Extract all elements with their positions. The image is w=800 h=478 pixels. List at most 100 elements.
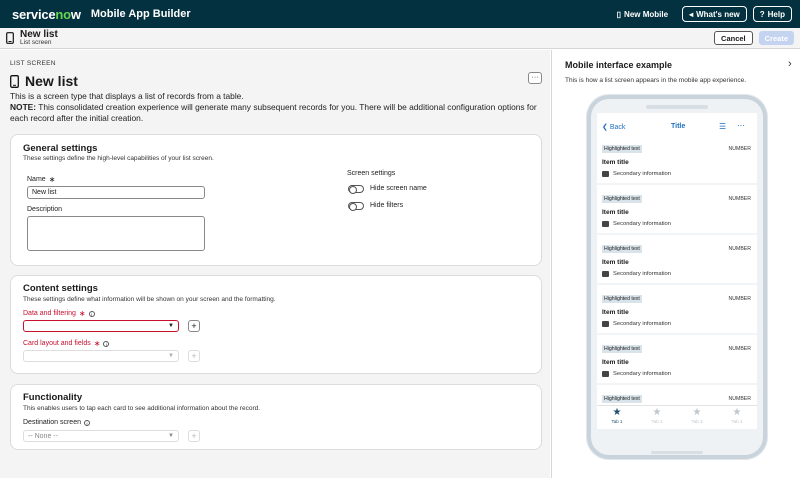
required-asterisk: ∗ <box>78 309 86 318</box>
phone-screen: ❮ Back Title ☰ ⋯ Highlighted text NUMBER … <box>597 113 757 429</box>
phone-tab-2[interactable]: ★ Tab 2 <box>637 406 677 429</box>
screen-settings-label: Screen settings <box>347 170 396 177</box>
record-type-caption: List screen <box>20 38 52 46</box>
secondary-info: Secondary information <box>602 171 671 177</box>
item-title: Item title <box>602 259 629 266</box>
image-icon <box>602 271 609 277</box>
form-pane: LIST SCREEN New list ··· This is a scree… <box>0 50 550 478</box>
collapse-chevron-icon[interactable]: › <box>788 58 792 70</box>
star-icon: ★ <box>612 407 622 418</box>
image-icon <box>602 321 609 327</box>
destination-screen-select[interactable]: -- None -- ▼ <box>23 430 179 442</box>
back-link[interactable]: ❮ Back <box>602 123 625 132</box>
secondary-info: Secondary information <box>602 221 671 227</box>
hide-screen-name-label: Hide screen name <box>370 185 427 192</box>
new-mobile-link[interactable]: ▯ New Mobile <box>609 10 676 19</box>
list-item: Highlighted text NUMBER Item title Secon… <box>597 285 757 333</box>
item-number: NUMBER <box>728 196 751 202</box>
description-textarea[interactable] <box>27 216 205 251</box>
cancel-button[interactable]: Cancel <box>714 31 753 45</box>
functionality-card: Functionality This enables users to tap … <box>10 384 542 450</box>
more-options-button[interactable]: ··· <box>528 72 542 84</box>
name-input[interactable]: New list <box>27 186 205 199</box>
filter-icon: ☰ <box>719 122 727 131</box>
item-number: NUMBER <box>728 396 751 402</box>
item-title: Item title <box>602 359 629 366</box>
help-icon: ? <box>759 9 765 19</box>
list-item: Highlighted text NUMBER <box>597 385 757 405</box>
secondary-info: Secondary information <box>602 321 671 327</box>
hide-screen-name-toggle[interactable] <box>348 185 364 194</box>
highlighted-text: Highlighted text <box>602 295 642 303</box>
app-name: Mobile App Builder <box>90 8 191 20</box>
servicenow-logo[interactable]: servicenow <box>12 7 81 22</box>
highlighted-text: Highlighted text <box>602 245 642 253</box>
whats-new-button[interactable]: ◂ What's new <box>682 6 747 22</box>
star-icon: ★ <box>732 407 742 418</box>
content-settings-subtitle: These settings define what information w… <box>23 296 276 303</box>
chevron-down-icon: ▼ <box>168 323 174 329</box>
highlighted-text: Highlighted text <box>602 395 642 403</box>
create-button[interactable]: Create <box>758 31 794 45</box>
help-button[interactable]: ? Help <box>752 6 792 22</box>
phone-tab-3[interactable]: ★ Tab 3 <box>677 406 717 429</box>
item-title: Item title <box>602 309 629 316</box>
hide-filters-toggle[interactable] <box>348 202 364 211</box>
chevron-down-icon: ▼ <box>168 353 174 359</box>
list-item: Highlighted text NUMBER Item title Secon… <box>597 235 757 283</box>
more-icon: ⋯ <box>737 121 745 130</box>
content-settings-card: Content settings These settings define w… <box>10 275 542 374</box>
preview-title: Mobile interface example <box>565 60 673 70</box>
list-item: Highlighted text NUMBER Item title Secon… <box>597 185 757 233</box>
top-header: servicenow Mobile App Builder ▯ New Mobil… <box>0 0 800 28</box>
star-icon: ★ <box>692 407 702 418</box>
content-settings-title: Content settings <box>23 283 98 294</box>
hide-filters-label: Hide filters <box>370 202 404 209</box>
destination-screen-label: Destination screen i <box>23 419 90 426</box>
data-filtering-label: Data and filtering ∗ i <box>23 309 95 318</box>
add-data-filtering-button[interactable]: + <box>188 320 200 332</box>
add-destination-button[interactable]: + <box>188 430 200 442</box>
name-label: Name ∗ <box>27 175 56 184</box>
phone-nav-bar: ❮ Back Title ☰ ⋯ <box>597 121 757 135</box>
phone-list: Highlighted text NUMBER Item title Secon… <box>597 135 757 405</box>
info-icon[interactable]: i <box>103 340 110 347</box>
image-icon <box>602 221 609 227</box>
phone-tab-bar: ★ Tab 1 ★ Tab 2 ★ Tab 3 ★ Tab 4 <box>597 405 757 429</box>
data-filtering-select[interactable]: ▼ <box>23 320 179 332</box>
page-title: New list <box>25 73 78 89</box>
functionality-title: Functionality <box>23 392 83 403</box>
info-icon[interactable]: i <box>88 310 95 317</box>
general-settings-subtitle: These settings define the high-level cap… <box>23 155 214 162</box>
home-indicator <box>651 451 703 454</box>
phone-icon: ▯ <box>616 9 622 19</box>
info-icon[interactable]: i <box>83 419 90 426</box>
sub-header: New list List screen Cancel Create <box>0 28 800 49</box>
general-settings-card: General settings These settings define t… <box>10 134 542 266</box>
functionality-subtitle: This enables users to tap each card to s… <box>23 405 261 412</box>
image-icon <box>602 171 609 177</box>
item-number: NUMBER <box>728 146 751 152</box>
item-number: NUMBER <box>728 296 751 302</box>
add-card-layout-button[interactable]: + <box>188 350 200 362</box>
chevron-left-icon: ❮ <box>602 124 608 131</box>
preview-pane: Mobile interface example This is how a l… <box>551 50 800 478</box>
phone-notch <box>646 105 708 109</box>
item-title: Item title <box>602 159 629 166</box>
phone-tab-4[interactable]: ★ Tab 4 <box>717 406 757 429</box>
description-label: Description <box>27 206 63 213</box>
item-number: NUMBER <box>728 246 751 252</box>
phone-tab-1[interactable]: ★ Tab 1 <box>597 406 637 429</box>
megaphone-icon: ◂ <box>689 9 694 19</box>
preview-subtitle: This is how a list screen appears in the… <box>565 77 747 84</box>
secondary-info: Secondary information <box>602 271 671 277</box>
chevron-down-icon: ▼ <box>168 433 174 439</box>
image-icon <box>602 371 609 377</box>
item-number: NUMBER <box>728 346 751 352</box>
list-item: Highlighted text NUMBER Item title Secon… <box>597 135 757 183</box>
item-title: Item title <box>602 209 629 216</box>
card-layout-label: Card layout and fields ∗ i <box>23 339 110 348</box>
list-item: Highlighted text NUMBER Item title Secon… <box>597 335 757 383</box>
highlighted-text: Highlighted text <box>602 145 642 153</box>
card-layout-select[interactable]: ▼ <box>23 350 179 362</box>
